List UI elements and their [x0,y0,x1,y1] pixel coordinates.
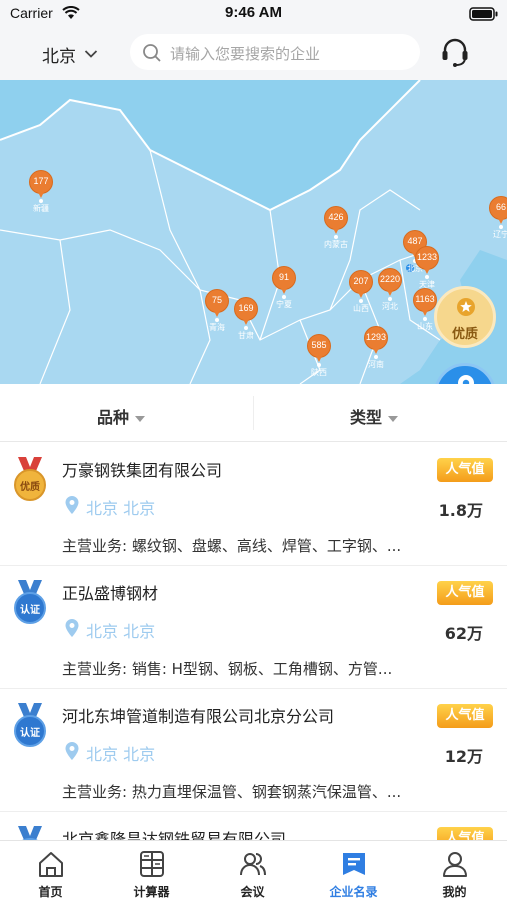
home-icon [36,849,66,883]
type-filter-label: 类型 [350,408,383,427]
pin-region-name: 宁夏 [276,300,292,309]
certified-medal-icon: 认证 [12,580,48,628]
tab-label: 我的 [442,885,467,899]
pin-value: 66 [495,202,506,212]
pin-region-name: 河南 [368,360,384,369]
map-pin-xinjiang[interactable]: 177 新疆 [24,170,58,224]
status-bar: Carrier 9:46 AM [0,0,507,28]
type-filter[interactable]: 类型 [350,404,399,428]
profile-icon [440,849,470,883]
map-pin-neimenggu[interactable]: 426 内蒙古 [319,206,353,260]
medal-label: 优质 [20,482,40,493]
app-header: 北京 请输入您要搜索的企业 [0,28,507,80]
tab-calculator[interactable]: 计算器 [101,841,202,900]
customer-service-icon[interactable] [438,36,472,74]
location-icon [64,741,80,765]
location-pin-icon [456,374,476,384]
filter-bar: 品种 类型 [0,384,507,442]
company-list-item[interactable]: 认证 正弘盛博钢材 人气值 北京 北京 62万 主营业务: 销售: H型钢、钢板… [0,566,507,689]
map-pin-gansu[interactable]: 169 甘肃 [229,297,263,351]
company-list-item[interactable]: 优质 万豪钢铁集团有限公司 人气值 北京 北京 1.8万 主营业务: 螺纹钢、盘… [0,443,507,566]
popularity-value: 1.8万 [438,501,483,520]
popularity-badge: 人气值 [437,704,493,728]
pin-region-name: 辽宁 [493,230,507,239]
certified-medal-icon: 认证 [12,703,48,751]
location-icon [64,618,80,642]
medal-label: 认证 [20,728,40,739]
quality-float-button[interactable]: 优质 [434,286,496,348]
company-list-item[interactable]: 认证 河北东坤管道制造有限公司北京分公司 人气值 北京 北京 12万 主营业务:… [0,689,507,812]
tab-profile[interactable]: 我的 [404,841,505,900]
battery-icon [469,6,499,25]
map-pin-shaanxi[interactable]: 585 陕西 [302,334,336,384]
bottom-tab-bar: 首页 计算器 会议 企业名录 我的 [0,840,507,900]
pin-value: 177 [33,176,49,186]
medal-label: 认证 [20,605,40,616]
map-pin-liaoning[interactable]: 66 辽宁 [484,196,507,250]
tab-label: 会议 [240,885,265,899]
breed-filter[interactable]: 品种 [97,404,146,428]
company-location: 北京 北京 [86,499,156,518]
tab-label: 首页 [38,885,63,899]
pin-value: 585 [311,340,327,350]
pin-value: 1293 [365,332,387,342]
pin-region-name: 新疆 [33,204,49,213]
search-icon [142,43,162,67]
company-list-item[interactable]: 认证 北京鑫隆昌达钢铁贸易有限公司 人气值 [0,812,507,840]
tab-meeting[interactable]: 会议 [202,841,303,900]
pin-value: 426 [328,212,344,222]
filter-divider [253,396,254,430]
location-icon [64,495,80,519]
pin-value: 487 [407,236,423,246]
meeting-icon [238,849,268,883]
quality-float-label: 优质 [451,327,478,342]
popularity-value: 62万 [444,624,483,643]
caret-down-icon [135,415,146,422]
pin-region-name: 陕西 [311,368,327,377]
company-name[interactable]: 河北东坤管道制造有限公司北京分公司 [62,703,334,727]
pin-value: 1233 [416,252,438,262]
tab-home[interactable]: 首页 [0,841,101,900]
company-list[interactable]: 优质 万豪钢铁集团有限公司 人气值 北京 北京 1.8万 主营业务: 螺纹钢、盘… [0,443,507,840]
pin-value: 91 [278,272,289,282]
popularity-badge: 人气值 [437,458,493,482]
certified-medal-icon: 认证 [12,826,48,840]
company-location: 北京 北京 [86,622,156,641]
tab-directory[interactable]: 企业名录 [303,841,404,900]
pin-region-name: 河北 [382,302,398,311]
company-name[interactable]: 正弘盛博钢材 [62,580,158,604]
chevron-down-icon[interactable] [84,44,98,63]
tab-label: 企业名录 [329,885,378,899]
popularity-value: 12万 [444,747,483,766]
company-business: 主营业务: 热力直埋保温管、钢套钢蒸汽保温管、... [62,783,402,801]
map-pin-ningxia[interactable]: 91 宁夏 [267,266,301,320]
search-placeholder: 请输入您要搜索的企业 [170,45,321,63]
directory-icon [339,849,369,883]
map-pin-henan[interactable]: 1293 河南 [359,326,393,380]
clock: 9:46 AM [225,4,282,21]
pin-region-name: 内蒙古 [324,240,348,249]
tab-label: 计算器 [133,885,170,899]
pin-region-name: 甘肃 [238,331,254,340]
search-input[interactable]: 请输入您要搜索的企业 [130,34,420,70]
popularity-badge: 人气值 [437,827,493,840]
popularity-badge: 人气值 [437,581,493,605]
distribution-map[interactable]: 177 新疆 426 内蒙古 91 宁夏 75 青海 169 甘肃 207 山西… [0,80,507,384]
city-selector[interactable]: 北京 [42,42,76,67]
company-name[interactable]: 北京鑫隆昌达钢铁贸易有限公司 [62,826,286,840]
company-business: 主营业务: 销售: H型钢、钢板、工角槽钢、方管... [62,660,393,678]
company-name[interactable]: 万豪钢铁集团有限公司 [62,457,222,481]
breed-filter-label: 品种 [97,408,130,427]
quality-medal-icon: 优质 [12,457,48,505]
pin-value: 169 [238,303,254,313]
company-business: 主营业务: 螺纹钢、盘螺、高线、焊管、工字钢、... [62,537,402,555]
star-badge-icon [456,297,476,321]
calculator-icon [137,849,167,883]
company-location: 北京 北京 [86,745,156,764]
caret-down-icon [388,415,399,422]
